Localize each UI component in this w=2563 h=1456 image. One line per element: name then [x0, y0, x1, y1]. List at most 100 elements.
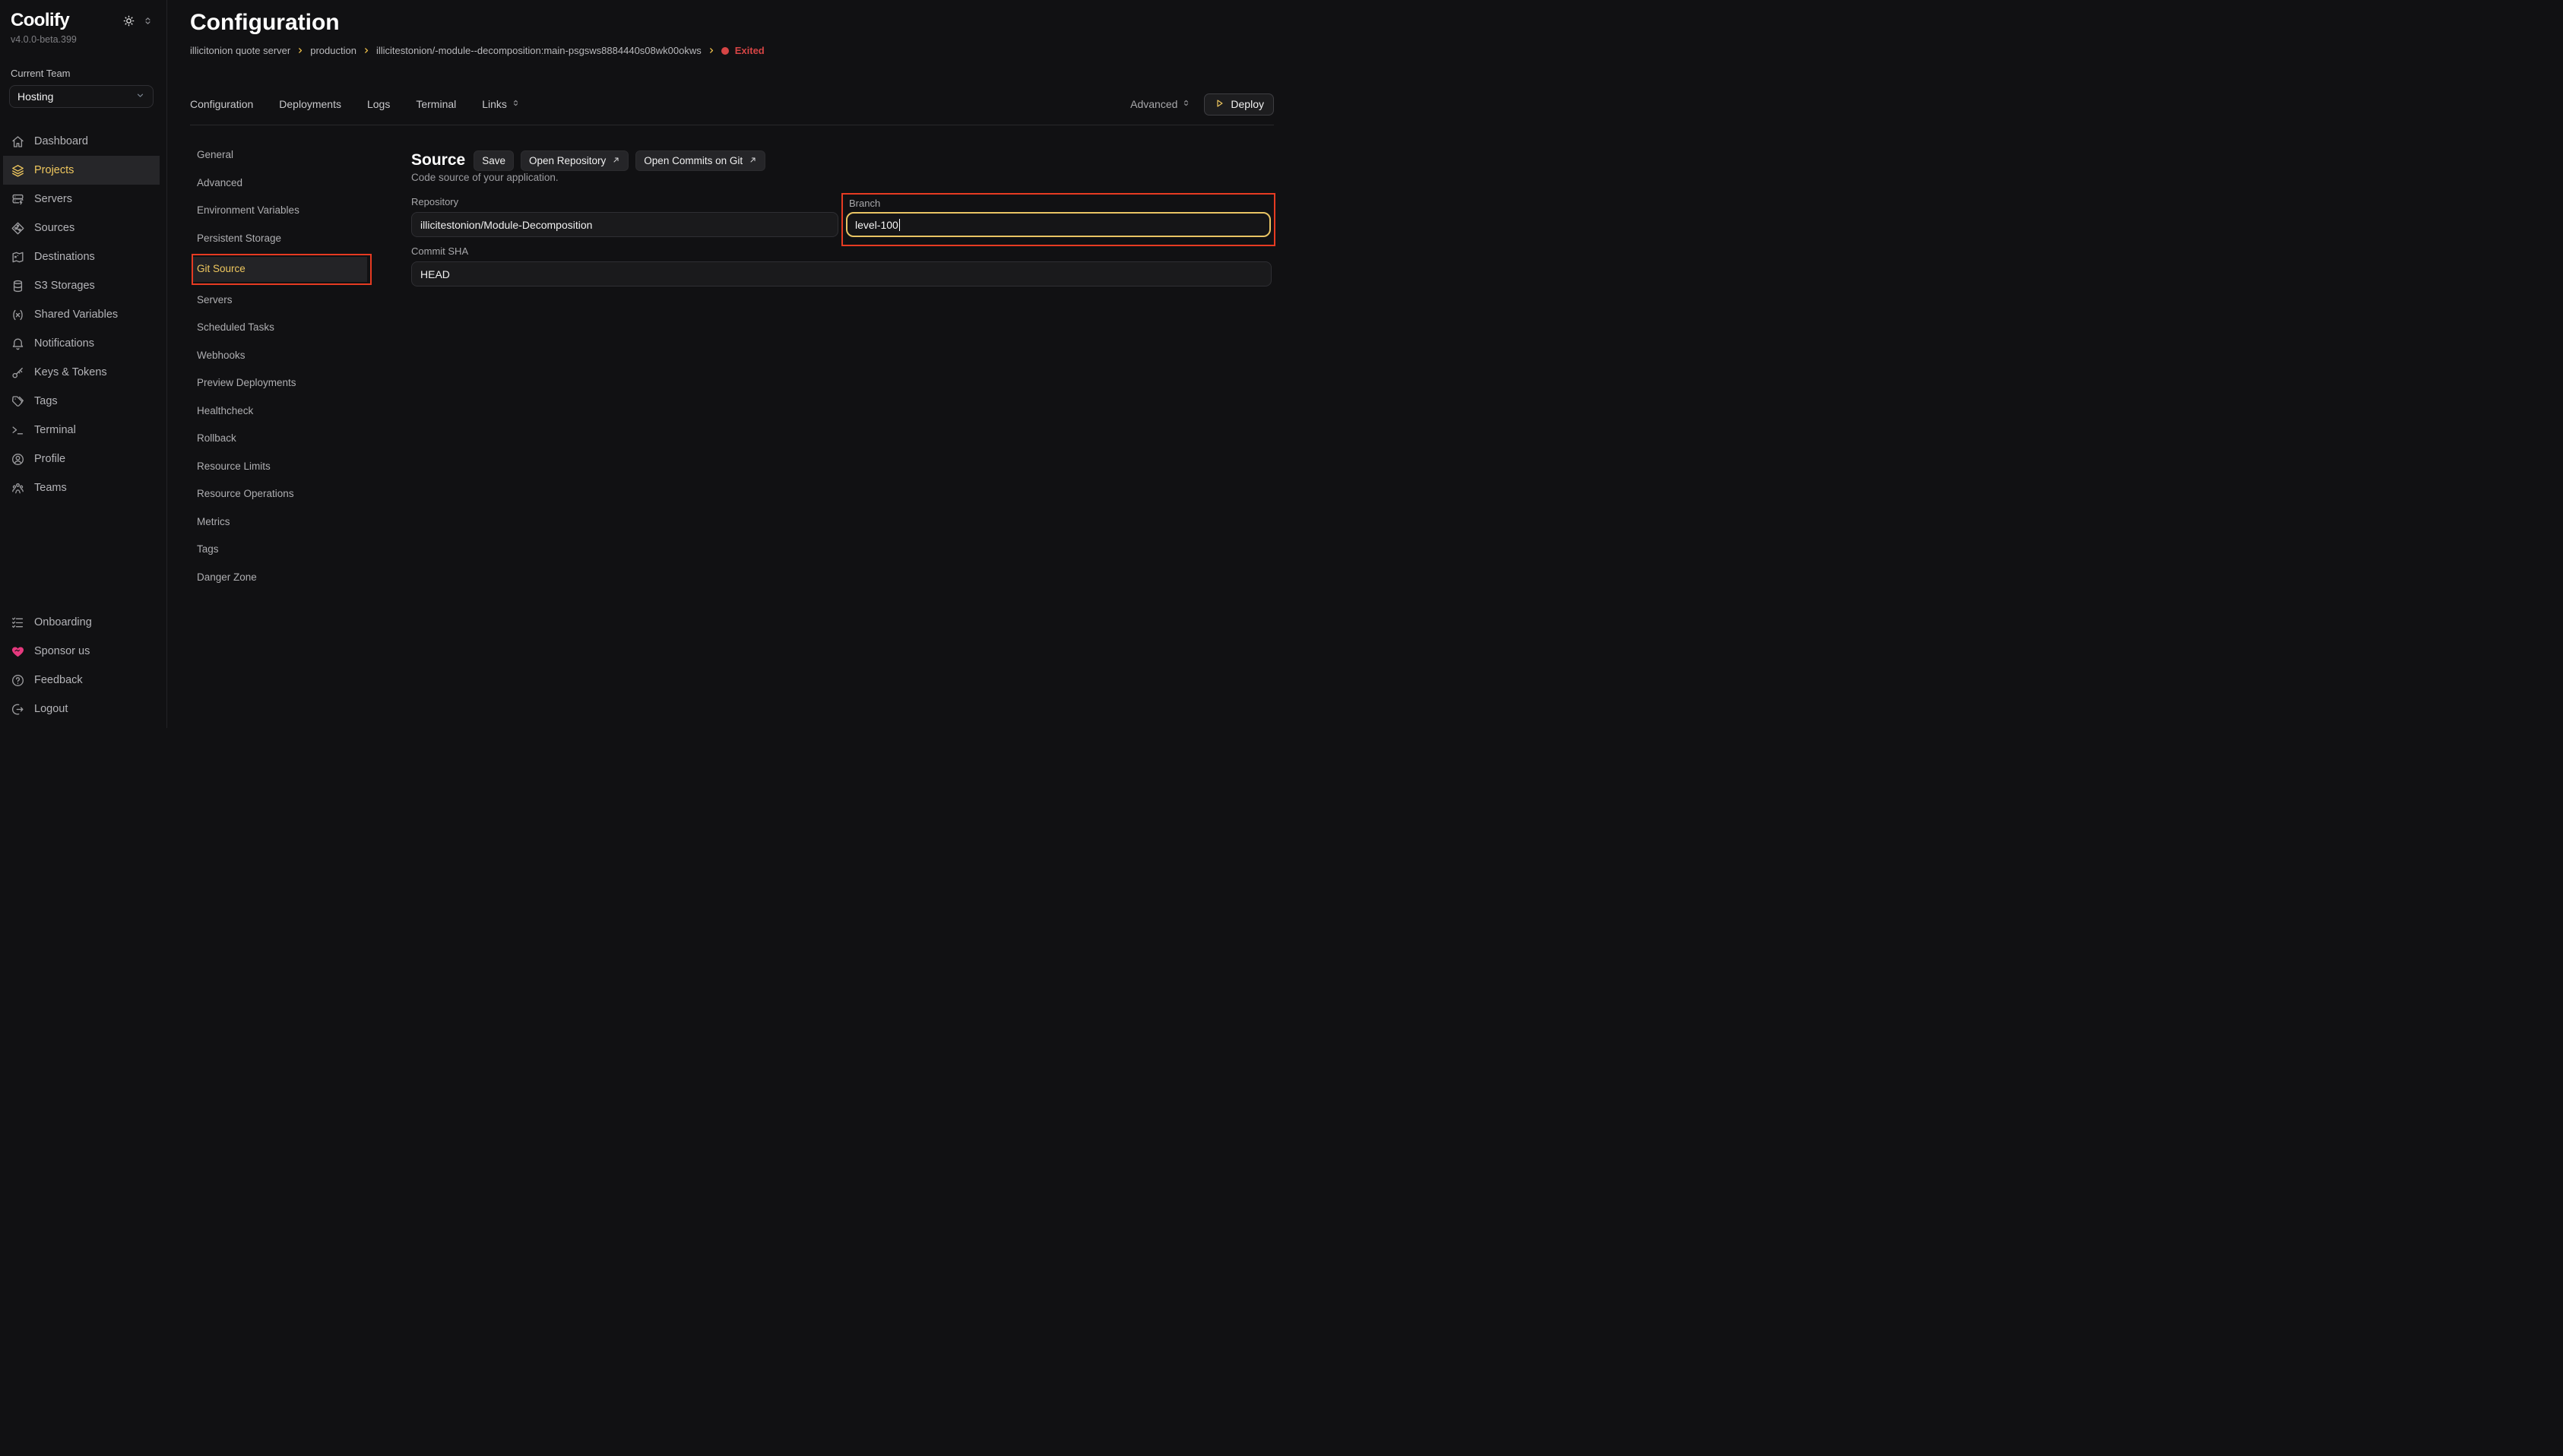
sidebar-item-label: Shared Variables: [34, 309, 118, 321]
sidebar-item-tags[interactable]: Tags: [3, 387, 160, 416]
chevrons-up-down-icon: [1182, 98, 1190, 110]
open-repository-label: Open Repository: [529, 155, 606, 166]
git-source-annotation-box: Git Source: [192, 254, 372, 285]
branch-input[interactable]: level-100: [846, 212, 1271, 237]
advanced-label: Advanced: [1130, 98, 1177, 110]
sidebar-item-label: Terminal: [34, 424, 76, 436]
status-dot: [721, 47, 729, 55]
help-circle-icon: [11, 673, 25, 688]
source-header: Source Save Open Repository Open Commits…: [411, 150, 765, 171]
subnav-item-scheduled-tasks[interactable]: Scheduled Tasks: [190, 314, 372, 342]
user-circle-icon: [11, 452, 25, 467]
sidebar-item-dashboard[interactable]: Dashboard: [3, 127, 160, 156]
current-team-label: Current Team: [0, 45, 166, 79]
deploy-label: Deploy: [1231, 98, 1264, 110]
subnav-item-servers[interactable]: Servers: [190, 286, 372, 315]
logout-icon: [11, 702, 25, 717]
sidebar-item-label: Logout: [34, 703, 68, 715]
open-repository-button[interactable]: Open Repository: [521, 150, 629, 171]
sidebar-item-s3-storages[interactable]: S3 Storages: [3, 271, 160, 300]
subnav-item-persistent-storage[interactable]: Persistent Storage: [190, 225, 372, 253]
settings-subnav: General Advanced Environment Variables P…: [190, 141, 372, 591]
sidebar-collapse-chevrons-icon[interactable]: [143, 15, 153, 27]
subnav-item-healthcheck[interactable]: Healthcheck: [190, 397, 372, 426]
git-source-icon: [11, 221, 25, 236]
subnav-item-metrics[interactable]: Metrics: [190, 508, 372, 537]
sidebar-item-label: Dashboard: [34, 135, 88, 147]
subnav-item-preview-deployments[interactable]: Preview Deployments: [190, 369, 372, 397]
sidebar-item-profile[interactable]: Profile: [3, 445, 160, 473]
subnav-item-resource-limits[interactable]: Resource Limits: [190, 453, 372, 481]
home-icon: [11, 135, 25, 149]
branch-input-value: level-100: [855, 219, 898, 231]
repository-input[interactable]: [411, 212, 838, 237]
tab-deployments[interactable]: Deployments: [279, 98, 341, 110]
sidebar-item-label: S3 Storages: [34, 280, 95, 292]
tab-terminal[interactable]: Terminal: [416, 98, 456, 110]
sidebar-item-feedback[interactable]: Feedback: [3, 666, 160, 695]
tab-logs[interactable]: Logs: [367, 98, 390, 110]
tab-links-label: Links: [482, 98, 507, 110]
subnav-item-environment-variables[interactable]: Environment Variables: [190, 197, 372, 225]
subnav-item-rollback[interactable]: Rollback: [190, 425, 372, 453]
parentheses-x-icon: [11, 308, 25, 322]
subnav-item-danger-zone[interactable]: Danger Zone: [190, 564, 372, 592]
tabs-row: Configuration Deployments Logs Terminal …: [190, 93, 1274, 116]
map-icon: [11, 250, 25, 264]
theme-sun-icon[interactable]: [122, 14, 136, 28]
sidebar-item-label: Servers: [34, 193, 72, 205]
advanced-menu[interactable]: Advanced: [1130, 98, 1190, 110]
tab-configuration[interactable]: Configuration: [190, 98, 253, 110]
sidebar-item-label: Sponsor us: [34, 645, 90, 657]
subnav-item-advanced[interactable]: Advanced: [190, 169, 372, 198]
layers-icon: [11, 163, 25, 178]
chevron-right-icon: [708, 46, 715, 55]
breadcrumb-application[interactable]: illicitestonion/-module--decomposition:m…: [376, 45, 702, 56]
tag-icon: [11, 394, 25, 409]
play-icon: [1214, 98, 1224, 111]
commit-sha-input[interactable]: [411, 261, 1272, 286]
terminal-icon: [11, 423, 25, 438]
open-commits-label: Open Commits on Git: [644, 155, 743, 166]
chevron-right-icon: [363, 46, 370, 55]
sidebar-item-sources[interactable]: Sources: [3, 214, 160, 242]
subnav-item-resource-operations[interactable]: Resource Operations: [190, 480, 372, 508]
team-select[interactable]: Hosting: [9, 85, 154, 108]
sidebar-item-teams[interactable]: Teams: [3, 473, 160, 502]
breadcrumb-environment[interactable]: production: [310, 45, 356, 56]
subnav-item-tags[interactable]: Tags: [190, 536, 372, 564]
sidebar-item-keys-tokens[interactable]: Keys & Tokens: [3, 358, 160, 387]
source-heading: Source: [411, 151, 465, 169]
open-commits-button[interactable]: Open Commits on Git: [635, 150, 765, 171]
source-section: Source Save Open Repository Open Commits…: [411, 150, 1275, 362]
subnav-item-webhooks[interactable]: Webhooks: [190, 342, 372, 370]
sidebar-item-projects[interactable]: Projects: [3, 156, 160, 185]
sidebar-nav: Dashboard Projects Servers Sources Desti…: [0, 127, 166, 502]
team-select-value: Hosting: [17, 90, 53, 103]
sidebar-item-label: Keys & Tokens: [34, 366, 107, 378]
chevron-down-icon: [135, 90, 145, 103]
header-actions: Advanced Deploy: [1130, 93, 1274, 116]
chevrons-up-down-icon: [512, 98, 520, 110]
tab-links[interactable]: Links: [482, 98, 520, 110]
app-logo[interactable]: Coolify: [11, 10, 69, 31]
sidebar-item-label: Projects: [34, 164, 74, 176]
tabs: Configuration Deployments Logs Terminal …: [190, 98, 520, 110]
sidebar-item-logout[interactable]: Logout: [3, 695, 160, 723]
status-badge: Exited: [735, 45, 765, 56]
subnav-item-git-source[interactable]: Git Source: [193, 257, 367, 282]
subnav-item-general[interactable]: General: [190, 141, 372, 169]
sidebar-item-servers[interactable]: Servers: [3, 185, 160, 214]
sidebar-item-notifications[interactable]: Notifications: [3, 329, 160, 358]
sidebar-item-terminal[interactable]: Terminal: [3, 416, 160, 445]
save-button[interactable]: Save: [474, 150, 514, 171]
sidebar-item-sponsor-us[interactable]: Sponsor us: [3, 637, 160, 666]
users-group-icon: [11, 481, 25, 495]
bell-icon: [11, 337, 25, 351]
heart-icon: [11, 644, 25, 659]
breadcrumb-project[interactable]: illicitonion quote server: [190, 45, 290, 56]
deploy-button[interactable]: Deploy: [1204, 93, 1274, 116]
sidebar-item-onboarding[interactable]: Onboarding: [3, 608, 160, 637]
sidebar-item-destinations[interactable]: Destinations: [3, 242, 160, 271]
sidebar-item-shared-variables[interactable]: Shared Variables: [3, 300, 160, 329]
